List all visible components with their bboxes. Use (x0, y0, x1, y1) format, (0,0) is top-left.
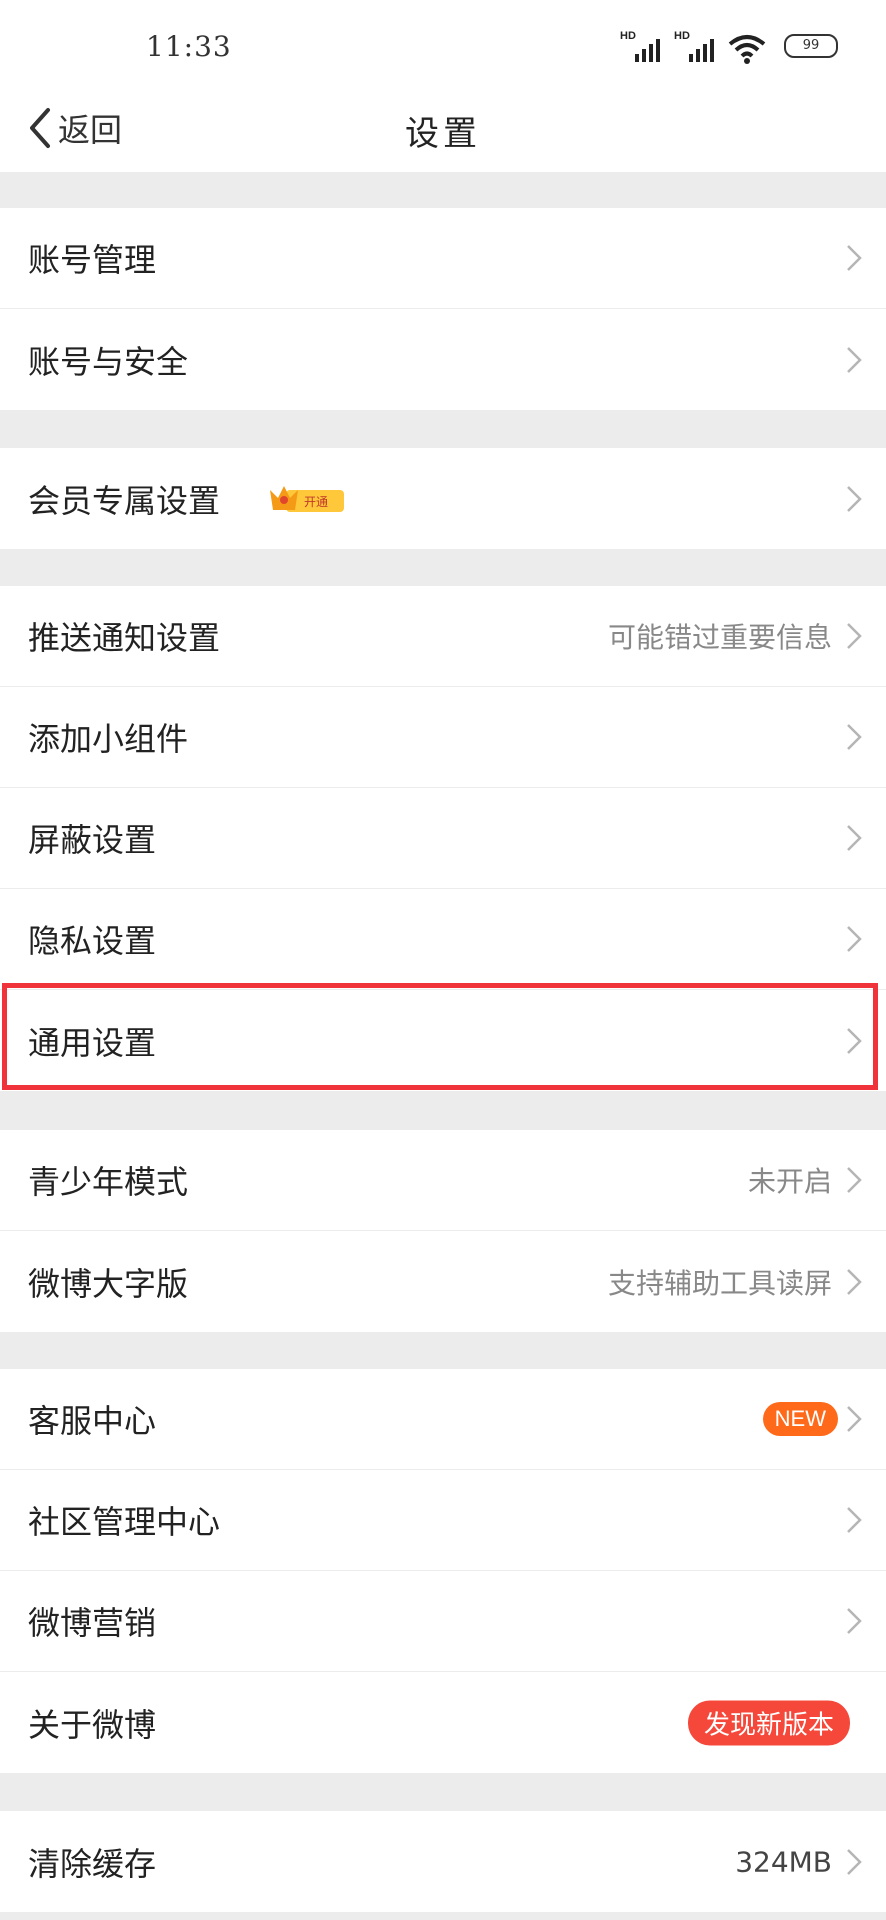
row-value: 324MB (735, 1845, 832, 1878)
chevron-right-icon (847, 926, 862, 952)
chevron-right-icon (847, 1167, 862, 1193)
settings-row-customer-service[interactable]: 客服中心 NEW (0, 1369, 886, 1470)
row-label: 社区管理中心 (28, 1503, 221, 1541)
chevron-right-icon (847, 1848, 862, 1875)
chevron-right-icon (847, 724, 862, 750)
signal-hd-label: HD (620, 30, 636, 42)
settings-group-account: 账号管理 账号与安全 (0, 208, 886, 410)
chevron-right-icon (847, 1608, 862, 1634)
status-bar: 11:33 HD HD 99 (0, 0, 886, 84)
row-label: 账号与安全 (28, 342, 189, 381)
chevron-right-icon (847, 1507, 862, 1533)
row-label: 微博大字版 (28, 1264, 189, 1303)
settings-row-weibo-marketing[interactable]: 微博营销 (0, 1571, 886, 1672)
settings-row-add-widget[interactable]: 添加小组件 (0, 687, 886, 788)
new-version-badge: 发现新版本 (687, 1700, 850, 1745)
settings-group-service: 客服中心 NEW 社区管理中心 微博营销 关于微博 发现新版本 (0, 1369, 886, 1773)
chevron-right-icon (847, 1268, 862, 1295)
chevron-right-icon (847, 623, 862, 649)
settings-group-vip: 会员专属设置 开通 (0, 448, 886, 549)
settings-row-about-weibo[interactable]: 关于微博 发现新版本 (0, 1672, 886, 1773)
row-value: 可能错过重要信息 (607, 621, 832, 654)
settings-row-push-notification[interactable]: 推送通知设置 可能错过重要信息 (0, 586, 886, 687)
row-label: 推送通知设置 (28, 619, 221, 657)
status-icons: HD HD 99 (620, 30, 838, 64)
status-time: 11:33 (146, 30, 232, 63)
chevron-right-icon (847, 245, 862, 271)
row-label: 关于微博 (28, 1705, 157, 1744)
settings-group-general: 推送通知设置 可能错过重要信息 添加小组件 屏蔽设置 隐私设置 通用设置 (0, 586, 886, 1091)
row-value: 未开启 (747, 1165, 832, 1198)
settings-row-teen-mode[interactable]: 青少年模式 未开启 (0, 1130, 886, 1231)
nav-bar: 返回 设置 (0, 84, 886, 172)
settings-row-general-settings[interactable]: 通用设置 (0, 990, 886, 1091)
wifi-icon (728, 35, 766, 64)
signal-hd-label: HD (674, 30, 690, 42)
row-label: 微博营销 (28, 1604, 157, 1642)
settings-row-block-settings[interactable]: 屏蔽设置 (0, 788, 886, 889)
row-label: 客服中心 (28, 1402, 157, 1440)
row-label: 屏蔽设置 (28, 821, 157, 859)
row-label: 添加小组件 (28, 720, 189, 758)
row-label: 账号管理 (28, 241, 157, 279)
new-badge: NEW (762, 1402, 838, 1436)
settings-row-large-text[interactable]: 微博大字版 支持辅助工具读屏 (0, 1231, 886, 1332)
chevron-right-icon (847, 1027, 862, 1054)
chevron-right-icon (847, 485, 862, 512)
settings-group-cache: 清除缓存 324MB (0, 1811, 886, 1912)
row-label: 通用设置 (28, 1023, 157, 1062)
vip-crown-badge[interactable]: 开通 (268, 482, 346, 516)
settings-row-community-management[interactable]: 社区管理中心 (0, 1470, 886, 1571)
row-label: 会员专属设置 (28, 481, 221, 520)
vip-badge-label: 开通 (304, 495, 328, 509)
settings-row-account-security[interactable]: 账号与安全 (0, 309, 886, 410)
settings-group-modes: 青少年模式 未开启 微博大字版 支持辅助工具读屏 (0, 1130, 886, 1332)
signal-icon: HD (620, 30, 660, 64)
chevron-right-icon (847, 1406, 862, 1432)
row-value: 支持辅助工具读屏 (607, 1266, 832, 1300)
page-title: 设置 (405, 114, 481, 154)
settings-row-privacy[interactable]: 隐私设置 (0, 889, 886, 990)
chevron-right-icon (847, 825, 862, 851)
row-label: 清除缓存 (28, 1844, 157, 1883)
signal-icon: HD (674, 30, 714, 64)
row-label: 隐私设置 (28, 922, 157, 960)
battery-icon: 99 (784, 34, 838, 58)
settings-row-account-management[interactable]: 账号管理 (0, 208, 886, 309)
chevron-right-icon (847, 346, 862, 373)
settings-row-clear-cache[interactable]: 清除缓存 324MB (0, 1811, 886, 1912)
settings-row-vip-settings[interactable]: 会员专属设置 开通 (0, 448, 886, 549)
row-label: 青少年模式 (28, 1163, 189, 1201)
